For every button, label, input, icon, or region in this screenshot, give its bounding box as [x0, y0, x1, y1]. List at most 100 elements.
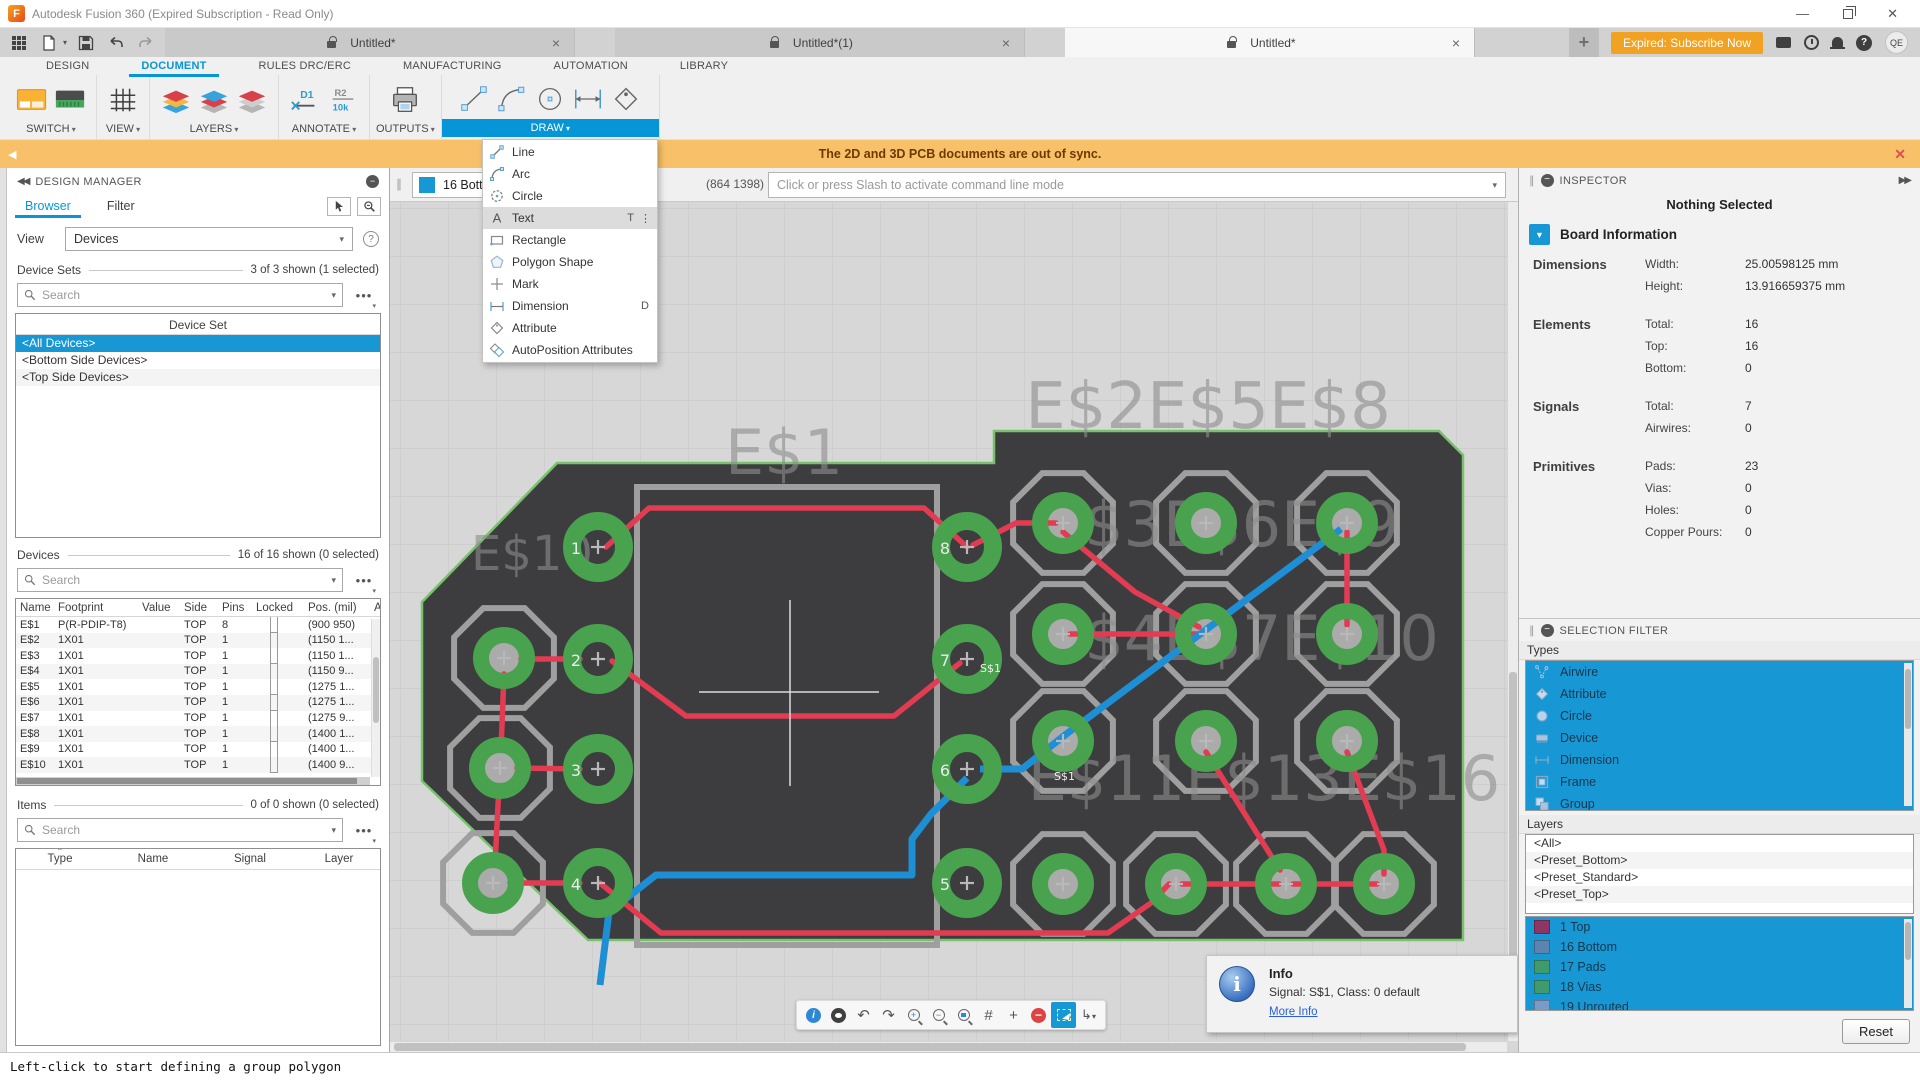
user-avatar[interactable]: QE: [1885, 31, 1908, 54]
tab-close-icon[interactable]: ×: [1448, 35, 1464, 51]
devices-search-input[interactable]: [42, 573, 331, 587]
draw-menu-item-rectangle[interactable]: Rectangle: [483, 229, 657, 251]
device-set-column-header[interactable]: Device Set: [16, 314, 380, 335]
type-filter-circle[interactable]: Circle: [1526, 705, 1913, 727]
notifications-icon[interactable]: [1832, 37, 1843, 47]
locked-checkbox[interactable]: [270, 726, 278, 742]
type-filter-device[interactable]: Device: [1526, 727, 1913, 749]
panel-collapse-icon[interactable]: −: [1541, 174, 1554, 187]
layers-bottom-icon[interactable]: [198, 85, 230, 115]
command-line-input[interactable]: [777, 178, 1492, 192]
device-locked[interactable]: [252, 664, 304, 680]
toolbar-group-annotate[interactable]: D1 R210k ANNOTATE: [279, 75, 370, 139]
view-dropdown[interactable]: Devices: [65, 227, 353, 251]
tab-filter[interactable]: Filter: [97, 195, 145, 217]
outputs-menu-label[interactable]: OUTPUTS: [370, 121, 441, 137]
draw-menu-item-dimension[interactable]: DimensionD: [483, 295, 657, 317]
devices-more-button[interactable]: •••▾: [349, 573, 379, 588]
device-row[interactable]: E$81X01TOP1(1400 1...: [16, 726, 380, 742]
zoom-fit-button[interactable]: [951, 1002, 976, 1028]
layer-filter-row[interactable]: 19 Unrouted: [1526, 997, 1913, 1011]
panel-collapse-icon[interactable]: −: [1541, 624, 1554, 637]
locked-checkbox[interactable]: [270, 757, 278, 773]
line-tool-icon[interactable]: [458, 84, 490, 114]
locked-checkbox[interactable]: [270, 664, 278, 680]
dimension-tool-icon[interactable]: [572, 84, 604, 114]
restore-button[interactable]: [1843, 9, 1853, 19]
layers-scrollbar[interactable]: [1904, 919, 1912, 1009]
name-annotation-icon[interactable]: D1: [289, 85, 321, 115]
device-set-row[interactable]: <Bottom Side Devices>: [16, 352, 380, 369]
marquee-select-button[interactable]: [1051, 1002, 1076, 1028]
draw-menu-item-text[interactable]: ATextT⋮: [483, 207, 657, 229]
app-grid-icon[interactable]: [8, 32, 30, 54]
draw-menu-label[interactable]: DRAW: [442, 119, 659, 137]
locked-checkbox[interactable]: [270, 633, 278, 649]
reset-button[interactable]: Reset: [1842, 1019, 1910, 1044]
device-row[interactable]: E$71X01TOP1(1275 9...: [16, 711, 380, 727]
device-locked[interactable]: [252, 633, 304, 649]
locked-checkbox[interactable]: [270, 695, 278, 711]
ribbon-tab-rules-drc-erc[interactable]: RULES DRC/ERC: [233, 60, 377, 75]
canvas-vertical-scrollbar[interactable]: [1507, 202, 1518, 1041]
more-info-link[interactable]: More Info: [1269, 1006, 1318, 1018]
menu-item-options-icon[interactable]: ⋮: [636, 212, 651, 225]
device-row[interactable]: E$41X01TOP1(1150 9...: [16, 664, 380, 680]
device-set-row[interactable]: <All Devices>: [16, 335, 380, 352]
document-tab[interactable]: Untitled*×: [1065, 28, 1475, 57]
layers-top-icon[interactable]: [236, 85, 268, 115]
arc-tool-icon[interactable]: [496, 84, 528, 114]
new-file-icon[interactable]: [38, 32, 60, 54]
device-set-row[interactable]: <Top Side Devices>: [16, 369, 380, 386]
panel-expand-icon[interactable]: ▶▶: [1899, 175, 1910, 186]
search-caret-icon[interactable]: ▾: [331, 575, 336, 586]
panel-drag-handle[interactable]: ∥: [1529, 174, 1535, 187]
draw-menu-item-mark[interactable]: Mark: [483, 273, 657, 295]
collapse-panel-icon[interactable]: ◀◀: [17, 176, 28, 187]
items-column-header[interactable]: Name: [104, 849, 202, 870]
ribbon-tab-design[interactable]: DESIGN: [20, 60, 115, 75]
items-search-input[interactable]: [42, 823, 331, 837]
document-tab[interactable]: Untitled*×: [165, 28, 575, 57]
tab-browser[interactable]: Browser: [15, 195, 81, 217]
toolbar-group-draw[interactable]: DRAW: [442, 75, 660, 139]
items-search[interactable]: ▾: [17, 818, 343, 842]
panel-drag-handle[interactable]: ∥: [1529, 624, 1535, 637]
items-more-button[interactable]: •••▾: [349, 823, 379, 838]
job-status-icon[interactable]: [1804, 35, 1819, 50]
warning-close-icon[interactable]: ✕: [1880, 146, 1920, 163]
layers-color-icon[interactable]: [160, 85, 192, 115]
draw-menu-item-autoposition-attributes[interactable]: AutoPosition Attributes: [483, 339, 657, 361]
device-row[interactable]: E$51X01TOP1(1275 1...: [16, 679, 380, 695]
locked-checkbox[interactable]: [270, 711, 278, 727]
tab-close-icon[interactable]: ×: [548, 35, 564, 51]
device-row[interactable]: E$31X01TOP1(1150 1...: [16, 648, 380, 664]
pcb-3d-icon[interactable]: [54, 85, 86, 115]
type-filter-dimension[interactable]: Dimension: [1526, 749, 1913, 771]
zoom-tool-button[interactable]: [357, 197, 381, 216]
command-line-caret-icon[interactable]: ▾: [1492, 180, 1497, 191]
draw-menu-item-line[interactable]: Line: [483, 141, 657, 163]
items-column-header[interactable]: Type: [16, 849, 104, 870]
annotate-menu-label[interactable]: ANNOTATE: [286, 121, 363, 137]
info-button[interactable]: i: [801, 1002, 826, 1028]
devices-column-header[interactable]: Side: [180, 599, 218, 617]
toolbar-group-layers[interactable]: LAYERS: [150, 75, 279, 139]
device-locked[interactable]: [252, 617, 304, 633]
ribbon-tab-automation[interactable]: AUTOMATION: [528, 60, 654, 75]
undo-button[interactable]: ↶: [851, 1002, 876, 1028]
devices-search[interactable]: ▾: [17, 568, 343, 592]
device-sets-more-button[interactable]: •••▾: [349, 288, 379, 303]
layer-preset-row[interactable]: <Preset_Top>: [1526, 886, 1913, 903]
zoom-in-button[interactable]: +: [901, 1002, 926, 1028]
browser-help-icon[interactable]: ?: [363, 231, 379, 247]
grid-button[interactable]: #: [976, 1002, 1001, 1028]
draw-menu-item-attribute[interactable]: Attribute: [483, 317, 657, 339]
ribbon-tab-document[interactable]: DOCUMENT: [115, 60, 232, 75]
layer-filter-row[interactable]: 16 Bottom: [1526, 937, 1913, 957]
expired-subscribe-button[interactable]: Expired: Subscribe Now: [1611, 32, 1763, 54]
draw-menu-item-circle[interactable]: Circle: [483, 185, 657, 207]
device-row[interactable]: E$1P(R-PDIP-T8)TOP8(900 950): [16, 617, 380, 633]
layer-preset-row[interactable]: <Preset_Standard>: [1526, 869, 1913, 886]
device-sets-search-input[interactable]: [42, 288, 331, 302]
